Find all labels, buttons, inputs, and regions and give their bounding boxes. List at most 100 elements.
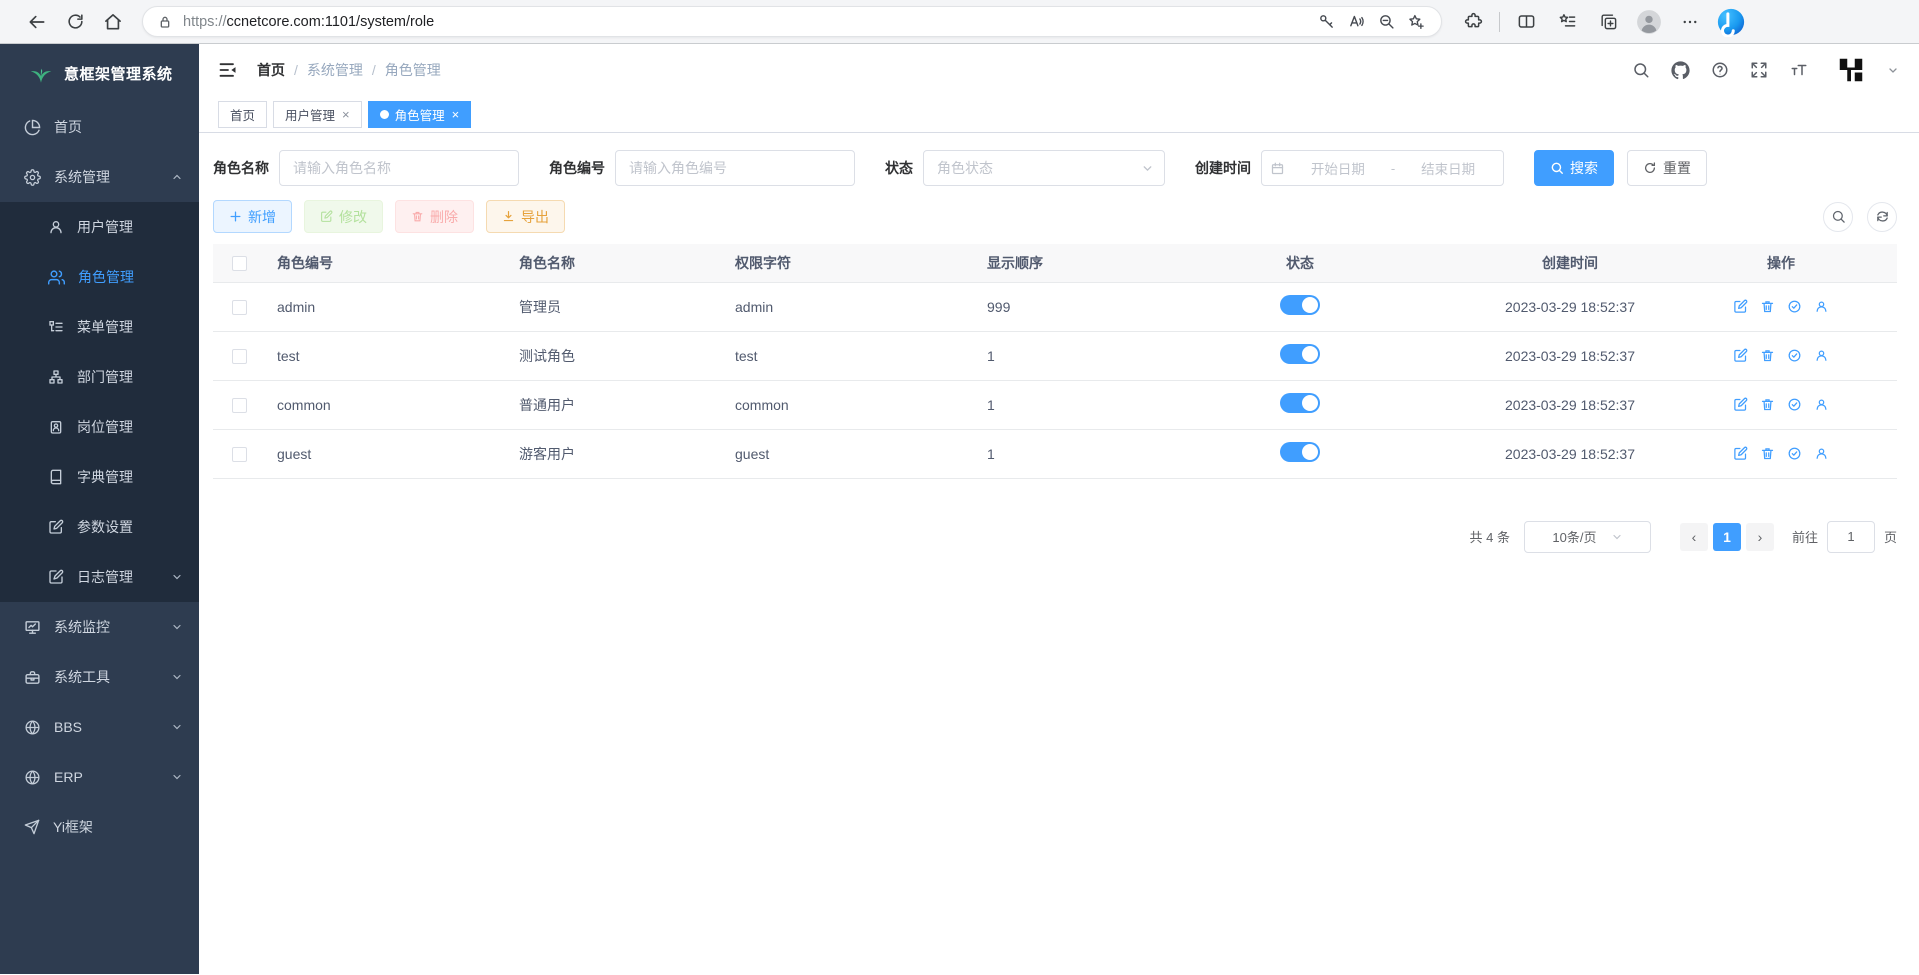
col-display-order: 显示顺序	[975, 244, 1125, 282]
collections-icon	[1599, 12, 1618, 31]
status-toggle[interactable]	[1280, 295, 1320, 315]
select-all-checkbox[interactable]	[232, 256, 247, 271]
row-assign-user-button[interactable]	[1814, 348, 1829, 363]
delete-button[interactable]: 删除	[395, 200, 474, 233]
sidebar-item-param-settings[interactable]: 参数设置	[0, 502, 199, 552]
row-delete-button[interactable]	[1760, 299, 1775, 314]
chevron-down-icon	[171, 671, 183, 683]
row-permission-button[interactable]	[1787, 299, 1802, 314]
collections-button[interactable]	[1591, 5, 1625, 39]
row-permission-button[interactable]	[1787, 446, 1802, 461]
app-logo[interactable]: 意框架管理系统	[0, 44, 199, 102]
close-icon[interactable]: ×	[342, 107, 350, 122]
fullscreen-icon[interactable]	[1750, 61, 1768, 79]
sidebar-item-bbs[interactable]: BBS	[0, 702, 199, 752]
read-aloud-button[interactable]	[1341, 8, 1371, 36]
sidebar-item-role-mgmt[interactable]: 角色管理	[0, 252, 199, 302]
url-text[interactable]: https://ccnetcore.com:1101/system/role	[183, 14, 1311, 30]
row-delete-button[interactable]	[1760, 446, 1775, 461]
table-row: common 普通用户 common 1 2023-03-29 18:52:37	[213, 380, 1897, 429]
password-button[interactable]	[1311, 8, 1341, 36]
prev-page-button[interactable]: ‹	[1680, 523, 1708, 551]
row-checkbox[interactable]	[232, 398, 247, 413]
row-checkbox[interactable]	[232, 300, 247, 315]
browser-home-button[interactable]	[94, 5, 132, 39]
status-toggle[interactable]	[1280, 393, 1320, 413]
date-range-picker[interactable]: 开始日期 - 结束日期	[1261, 150, 1504, 186]
zoom-out-button[interactable]	[1371, 8, 1401, 36]
tab-role-mgmt[interactable]: 角色管理 ×	[368, 101, 472, 128]
row-edit-button[interactable]	[1733, 299, 1748, 314]
page-size-select[interactable]: 10条/页	[1524, 521, 1651, 553]
settings-more-button[interactable]	[1673, 5, 1707, 39]
edit-icon	[1733, 446, 1748, 461]
refresh-table-button[interactable]	[1867, 202, 1897, 232]
row-permission-button[interactable]	[1787, 397, 1802, 412]
row-permission-button[interactable]	[1787, 348, 1802, 363]
status-select[interactable]: 角色状态	[923, 150, 1165, 186]
breadcrumb-home[interactable]: 首页	[257, 60, 285, 80]
sidebar-item-dept-mgmt[interactable]: 部门管理	[0, 352, 199, 402]
export-button[interactable]: 导出	[486, 200, 565, 233]
row-assign-user-button[interactable]	[1814, 446, 1829, 461]
tab-user-mgmt[interactable]: 用户管理 ×	[273, 101, 362, 128]
row-edit-button[interactable]	[1733, 348, 1748, 363]
sidebar-item-system-tools[interactable]: 系统工具	[0, 652, 199, 702]
role-name-input[interactable]	[279, 150, 519, 186]
goto-page-input[interactable]	[1827, 521, 1875, 553]
address-bar[interactable]: https://ccnetcore.com:1101/system/role	[142, 6, 1442, 37]
sidebar-item-user-mgmt[interactable]: 用户管理	[0, 202, 199, 252]
sidebar-item-erp[interactable]: ERP	[0, 752, 199, 802]
breadcrumb-system[interactable]: 系统管理	[307, 60, 363, 80]
user-logo-avatar[interactable]	[1836, 55, 1866, 85]
row-edit-button[interactable]	[1733, 446, 1748, 461]
org-chart-icon	[48, 369, 64, 385]
row-delete-button[interactable]	[1760, 348, 1775, 363]
add-button[interactable]: 新增	[213, 200, 292, 233]
caret-down-icon[interactable]	[1887, 64, 1899, 76]
search-icon[interactable]	[1632, 61, 1650, 79]
table-header-row: 角色编号 角色名称 权限字符 显示顺序 状态 创建时间 操作	[213, 244, 1897, 282]
sidebar-item-dict-mgmt[interactable]: 字典管理	[0, 452, 199, 502]
sidebar-item-home[interactable]: 首页	[0, 102, 199, 152]
browser-refresh-button[interactable]	[56, 5, 94, 39]
reset-button[interactable]: 重置	[1627, 150, 1707, 186]
search-button[interactable]: 搜索	[1534, 150, 1614, 186]
tab-home[interactable]: 首页	[218, 101, 267, 128]
row-assign-user-button[interactable]	[1814, 299, 1829, 314]
profile-button[interactable]	[1632, 5, 1666, 39]
row-delete-button[interactable]	[1760, 397, 1775, 412]
star-plus-icon	[1407, 13, 1425, 31]
browser-back-button[interactable]	[18, 5, 56, 39]
page-number-button[interactable]: 1	[1713, 523, 1741, 551]
sidebar-item-system-mgmt[interactable]: 系统管理	[0, 152, 199, 202]
row-checkbox[interactable]	[232, 447, 247, 462]
show-search-button[interactable]	[1823, 202, 1853, 232]
help-icon[interactable]	[1711, 61, 1729, 79]
copilot-button[interactable]	[1714, 5, 1748, 39]
github-icon[interactable]	[1671, 61, 1690, 80]
sidebar-item-system-monitor[interactable]: 系统监控	[0, 602, 199, 652]
favorites-button[interactable]	[1550, 5, 1584, 39]
sidebar-item-menu-mgmt[interactable]: 菜单管理	[0, 302, 199, 352]
modify-button[interactable]: 修改	[304, 200, 383, 233]
create-time-label: 创建时间	[1195, 158, 1251, 178]
status-toggle[interactable]	[1280, 442, 1320, 462]
next-page-button[interactable]: ›	[1746, 523, 1774, 551]
add-favorite-button[interactable]	[1401, 8, 1431, 36]
row-checkbox[interactable]	[232, 349, 247, 364]
breadcrumb-role[interactable]: 角色管理	[385, 60, 441, 80]
font-size-icon[interactable]	[1789, 61, 1809, 79]
split-screen-button[interactable]	[1509, 5, 1543, 39]
row-assign-user-button[interactable]	[1814, 397, 1829, 412]
close-icon[interactable]: ×	[452, 107, 460, 122]
sidebar-item-post-mgmt[interactable]: 岗位管理	[0, 402, 199, 452]
sidebar-fold-icon[interactable]	[218, 60, 238, 80]
extensions-button[interactable]	[1456, 5, 1490, 39]
row-edit-button[interactable]	[1733, 397, 1748, 412]
role-code-input[interactable]	[615, 150, 855, 186]
status-toggle[interactable]	[1280, 344, 1320, 364]
sidebar-item-log-mgmt[interactable]: 日志管理	[0, 552, 199, 602]
table-row: admin 管理员 admin 999 2023-03-29 18:52:37	[213, 282, 1897, 331]
sidebar-item-yi-framework[interactable]: Yi框架	[0, 802, 199, 852]
